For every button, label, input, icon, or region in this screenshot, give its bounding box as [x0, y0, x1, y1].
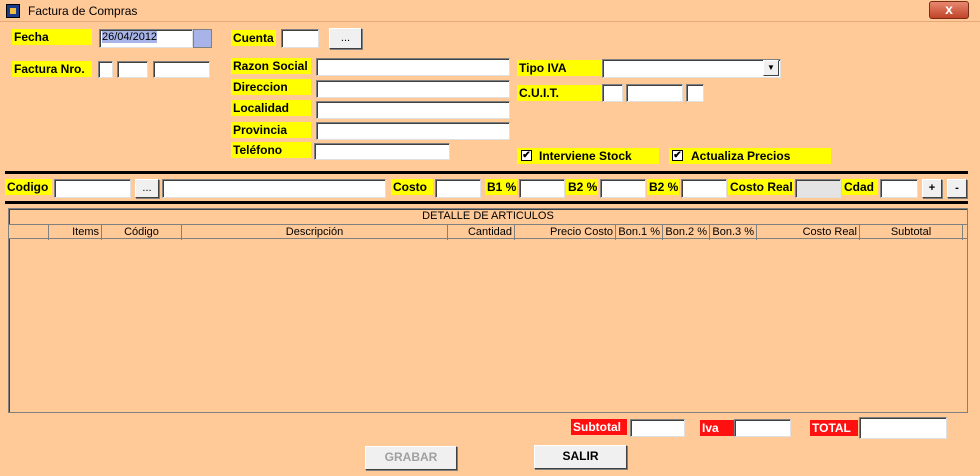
remove-item-button[interactable]: -: [947, 179, 967, 198]
chevron-down-icon[interactable]: ▼: [763, 60, 779, 76]
b2-input-1[interactable]: [600, 179, 646, 198]
costo-input[interactable]: [435, 179, 481, 198]
telefono-input[interactable]: [314, 143, 450, 160]
col-precio-costo[interactable]: Precio Costo: [515, 225, 616, 240]
app-icon: [6, 4, 20, 18]
cuit-digit-input[interactable]: [686, 84, 704, 102]
separator-top: [5, 171, 968, 174]
localidad-input[interactable]: [316, 101, 510, 119]
b1-label: B1 %: [485, 179, 517, 195]
grabar-button[interactable]: GRABAR: [365, 446, 457, 470]
col-bon1[interactable]: Bon.1 %: [616, 225, 663, 240]
iva-label: Iva: [700, 420, 734, 436]
actualiza-precios-row[interactable]: ✔ Actualiza Precios: [669, 148, 831, 164]
costo-real-label: Costo Real: [728, 179, 794, 195]
close-button[interactable]: x: [929, 1, 969, 19]
cuit-label: C.U.I.T.: [517, 85, 602, 101]
razon-social-label: Razon Social: [231, 58, 311, 74]
cdad-label: Cdad: [842, 179, 878, 195]
window-title: Factura de Compras: [28, 4, 138, 18]
iva-input[interactable]: [734, 419, 791, 437]
col-subtotal[interactable]: Subtotal: [860, 225, 963, 240]
subtotal-label: Subtotal: [571, 419, 627, 435]
cuit-prefix-input[interactable]: [602, 84, 623, 102]
grid-caption: DETALLE DE ARTICULOS: [422, 210, 554, 222]
total-input[interactable]: [859, 417, 947, 439]
costo-real-input: [795, 179, 841, 198]
interviene-stock-row[interactable]: ✔ Interviene Stock: [517, 148, 659, 164]
factura-sucursal-input[interactable]: [117, 61, 148, 78]
b2-label-2: B2 %: [647, 179, 679, 195]
razon-social-input[interactable]: [316, 58, 510, 76]
provincia-input[interactable]: [316, 122, 510, 140]
factura-letra-input[interactable]: [98, 61, 113, 78]
actualiza-precios-label: Actualiza Precios: [691, 149, 791, 163]
telefono-label: Teléfono: [231, 142, 311, 158]
cdad-input[interactable]: [880, 179, 918, 198]
costo-label: Costo: [391, 179, 433, 195]
direccion-label: Direccion: [231, 79, 311, 95]
add-item-button[interactable]: +: [922, 179, 942, 198]
b1-input[interactable]: [519, 179, 565, 198]
interviene-stock-checkbox[interactable]: ✔: [521, 150, 532, 161]
actualiza-precios-checkbox[interactable]: ✔: [672, 150, 683, 161]
fecha-label: Fecha: [12, 29, 92, 45]
codigo-input[interactable]: [54, 179, 131, 198]
salir-button[interactable]: SALIR: [534, 445, 627, 469]
col-bon3[interactable]: Bon.3 %: [710, 225, 757, 240]
provincia-label: Provincia: [231, 122, 311, 138]
cuenta-label: Cuenta: [231, 30, 276, 46]
codigo-search-button[interactable]: ...: [135, 179, 159, 198]
col-bon2[interactable]: Bon.2 %: [663, 225, 710, 240]
fecha-value: 26/04/2012: [102, 31, 158, 43]
descripcion-input[interactable]: [162, 179, 386, 198]
interviene-stock-label: Interviene Stock: [539, 149, 632, 163]
factura-numero-input[interactable]: [153, 61, 210, 78]
col-codigo[interactable]: Código: [102, 225, 182, 240]
col-costo-real[interactable]: Costo Real: [757, 225, 860, 240]
col-descripcion[interactable]: Descripción: [182, 225, 448, 240]
fecha-dropdown-button[interactable]: [193, 29, 212, 48]
col-selector[interactable]: [9, 225, 49, 240]
total-label: TOTAL: [810, 420, 858, 436]
grid-header: Items Código Descripción Cantidad Precio…: [9, 224, 967, 240]
factura-nro-label: Factura Nro.: [12, 61, 92, 77]
localidad-label: Localidad: [231, 100, 311, 116]
title-bar: [0, 0, 980, 22]
subtotal-input[interactable]: [630, 419, 685, 437]
b2-label-1: B2 %: [566, 179, 598, 195]
col-items[interactable]: Items: [49, 225, 102, 240]
direccion-input[interactable]: [316, 80, 510, 98]
codigo-label: Codigo: [5, 179, 52, 195]
tipo-iva-select[interactable]: [602, 59, 781, 78]
tipo-iva-label: Tipo IVA: [517, 60, 602, 76]
cuenta-search-button[interactable]: ...: [329, 28, 362, 49]
col-cantidad[interactable]: Cantidad: [448, 225, 515, 240]
b2-input-2[interactable]: [681, 179, 727, 198]
fecha-input[interactable]: 26/04/2012: [99, 29, 193, 48]
cuenta-input[interactable]: [281, 29, 319, 48]
cuit-number-input[interactable]: [626, 84, 683, 102]
separator-bottom: [5, 201, 968, 204]
